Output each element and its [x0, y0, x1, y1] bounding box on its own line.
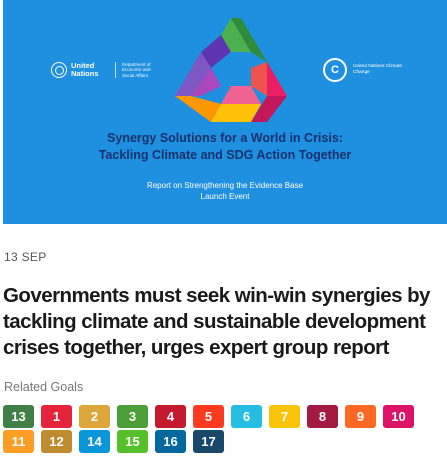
banner-title-line-2: Tackling Climate and SDG Action Together — [98, 148, 352, 162]
sdg-goal-17-badge[interactable]: 17 — [193, 430, 224, 453]
banner-title-line-1: Synergy Solutions for a World in Crisis: — [107, 131, 343, 145]
unfccc-logo: C United Nations Climate Change — [323, 58, 405, 82]
logo-divider — [115, 62, 116, 78]
sdg-goal-1-badge[interactable]: 1 — [41, 405, 72, 428]
sdg-goal-15-badge[interactable]: 15 — [117, 430, 148, 453]
sdg-goal-10-badge[interactable]: 10 — [383, 405, 414, 428]
banner-subtitle: Report on Strengthening the Evidence Bas… — [3, 180, 447, 202]
event-banner-image[interactable]: United Nations Department of Economic an… — [3, 0, 447, 224]
related-goals-label: Related Goals — [4, 380, 84, 394]
sdg-goal-13-badge[interactable]: 13 — [3, 405, 34, 428]
article-headline-link[interactable]: Governments must seek win-win synergies … — [3, 283, 443, 361]
un-dept-text: Department of Economic and Social Affair… — [122, 62, 151, 78]
news-card[interactable]: United Nations Department of Economic an… — [0, 0, 447, 464]
sdg-goal-9-badge[interactable]: 9 — [345, 405, 376, 428]
sdg-goal-12-badge[interactable]: 12 — [41, 430, 72, 453]
sdg-goal-2-badge[interactable]: 2 — [79, 405, 110, 428]
synergy-triangle-logo — [175, 18, 287, 122]
sdg-goal-5-badge[interactable]: 5 — [193, 405, 224, 428]
sdg-goal-11-badge[interactable]: 11 — [3, 430, 34, 453]
banner-title: Synergy Solutions for a World in Crisis:… — [3, 130, 447, 164]
banner-subtitle-line-1: Report on Strengthening the Evidence Bas… — [146, 181, 304, 190]
un-desa-logo: United Nations Department of Economic an… — [51, 62, 158, 78]
sdg-goal-6-badge[interactable]: 6 — [231, 405, 262, 428]
cc-logo-text: United Nations Climate Change — [353, 64, 403, 75]
un-logo-text: United Nations — [71, 61, 99, 78]
sdg-goal-8-badge[interactable]: 8 — [307, 405, 338, 428]
sdg-goal-14-badge[interactable]: 14 — [79, 430, 110, 453]
climate-change-emblem-icon: C — [323, 58, 347, 82]
sdg-goal-7-badge[interactable]: 7 — [269, 405, 300, 428]
article-date: 13 SEP — [4, 250, 47, 264]
sdg-goal-4-badge[interactable]: 4 — [155, 405, 186, 428]
un-emblem-icon — [51, 62, 67, 78]
sdg-goal-3-badge[interactable]: 3 — [117, 405, 148, 428]
sdg-goal-16-badge[interactable]: 16 — [155, 430, 186, 453]
banner-subtitle-line-2: Launch Event — [200, 192, 250, 201]
